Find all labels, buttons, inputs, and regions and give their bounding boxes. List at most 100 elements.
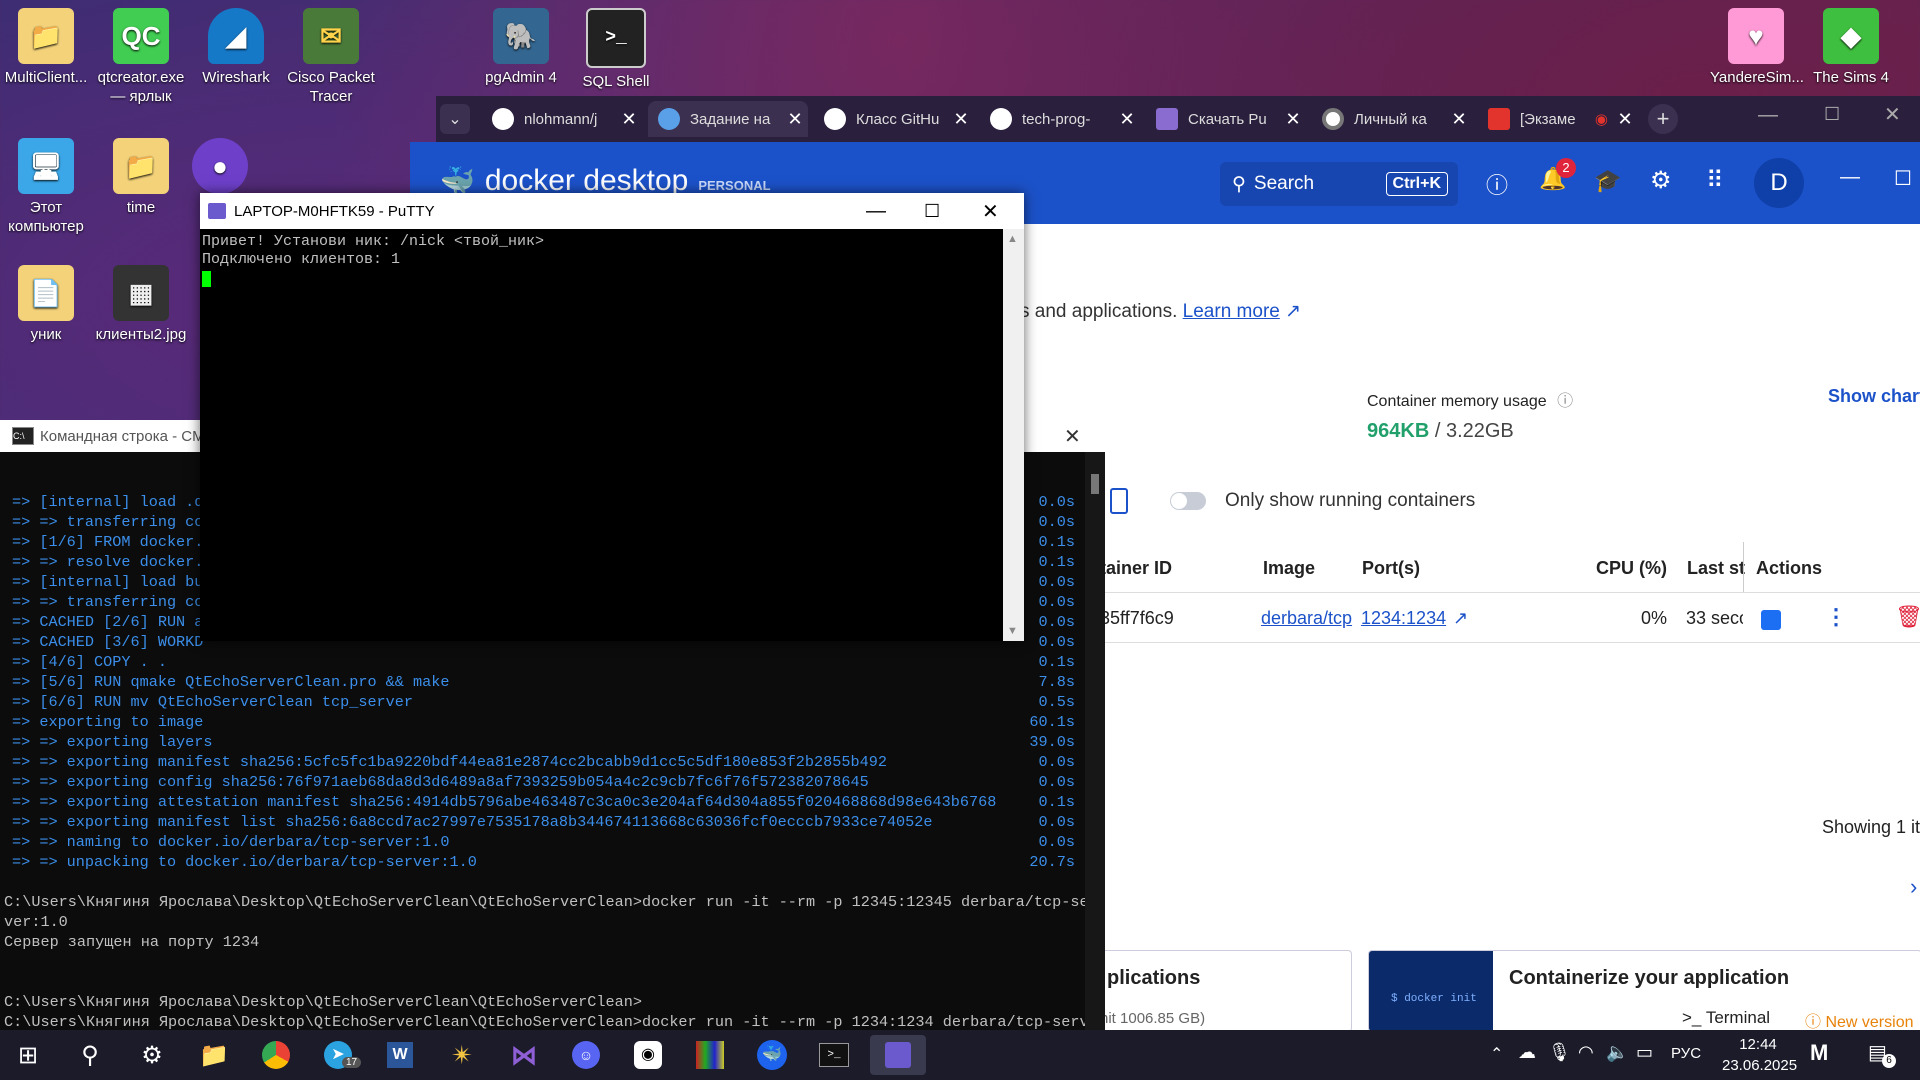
scrollbar[interactable] [1085, 452, 1105, 1030]
desktop-icon-qtcreator[interactable]: QC qtcreator.exe — ярлык [95, 8, 187, 106]
search-bar[interactable]: ⚲ Search Ctrl+K [1220, 162, 1458, 206]
chrome-icon[interactable] [254, 1035, 298, 1075]
tab-github-class[interactable]: Класс GitHu ✕ [814, 101, 974, 137]
minimize-button[interactable]: — [1758, 104, 1778, 127]
tab-search-button[interactable]: ⌄ [440, 104, 470, 134]
col-last-started[interactable]: Last st [1687, 558, 1745, 579]
settings-gear-icon[interactable]: ⚙ [130, 1035, 174, 1075]
notifications-icon[interactable]: ▤ 6 [1868, 1040, 1896, 1068]
widget-icon[interactable]: M [1810, 1040, 1828, 1066]
running-toggle[interactable] [1170, 492, 1206, 510]
sunburst-app-icon[interactable]: ✴ [440, 1035, 484, 1075]
scroll-up-icon[interactable]: ▲ [1007, 233, 1018, 245]
help-icon[interactable]: ⓘ [1482, 168, 1512, 198]
notifications-icon[interactable]: 🔔 2 [1538, 158, 1576, 196]
close-icon[interactable]: ✕ [1280, 109, 1306, 130]
desktop-icon-this-pc[interactable]: 🖥 Этот компьютер [0, 138, 92, 236]
desktop-icon-sql-shell[interactable]: >_ SQL Shell [570, 8, 662, 91]
battery-icon[interactable]: ▭ [1636, 1042, 1653, 1063]
close-icon[interactable]: ✕ [616, 109, 642, 130]
columns-icon[interactable] [1110, 488, 1128, 514]
tray-chevron-up-icon[interactable]: ⌃ [1490, 1044, 1503, 1064]
start-windows-icon[interactable]: ⊞ [6, 1035, 50, 1075]
volume-icon[interactable]: 🔈 [1606, 1042, 1628, 1063]
microphone-icon[interactable]: 🎙 [1548, 1042, 1571, 1063]
build-step-text: => [5/6] RUN qmake QtEchoServerClean.pro… [12, 673, 450, 691]
discord-icon[interactable]: ☺ [564, 1035, 608, 1075]
winrar-icon[interactable] [688, 1035, 732, 1075]
tab-zadanie[interactable]: Задание на ✕ [648, 101, 808, 137]
desktop-icon-multiclient[interactable]: 📁 MultiClient... [0, 8, 92, 87]
maximize-button[interactable]: ☐ [1894, 166, 1912, 191]
putty-terminal[interactable]: Привет! Установи ник: /nick <твой_ник> П… [200, 229, 1003, 641]
scroll-down-icon[interactable]: ▼ [1007, 625, 1018, 637]
wifi-icon[interactable]: ◠ [1578, 1042, 1594, 1063]
tab-download-putty[interactable]: Скачать Pu ✕ [1146, 101, 1306, 137]
search-icon[interactable]: ⚲ [68, 1035, 112, 1075]
close-icon[interactable]: ✕ [1612, 109, 1638, 130]
steam-like-icon[interactable]: ◉ [626, 1035, 670, 1075]
telegram-icon[interactable]: ➤ 17 [316, 1035, 362, 1075]
desktop-icon-yandere[interactable]: ♥ YandereSim... [1710, 8, 1804, 87]
container-id[interactable]: 35ff7f6c9 [1100, 608, 1174, 629]
more-options-icon[interactable]: ⋮ [1825, 604, 1847, 630]
tab-nlohmann[interactable]: nlohmann/j ✕ [482, 101, 642, 137]
col-image[interactable]: Image [1263, 558, 1315, 579]
col-cpu[interactable]: CPU (%) [1596, 558, 1667, 579]
close-icon[interactable]: ✕ [1114, 109, 1140, 130]
minimize-button[interactable]: — [866, 200, 886, 223]
file-explorer-icon[interactable]: 📁 [192, 1035, 236, 1075]
external-link-icon[interactable]: ↗ [1453, 608, 1468, 629]
learn-more-link[interactable]: Learn more [1183, 301, 1280, 322]
show-charts-link[interactable]: Show charts [1828, 386, 1920, 407]
tab-tech-prog[interactable]: tech-prog- ✕ [980, 101, 1140, 137]
desktop-icon-time[interactable]: 📁 time [95, 138, 187, 217]
stop-button[interactable] [1761, 610, 1781, 630]
scrollbar[interactable]: ▲ ▼ [1003, 229, 1024, 641]
desktop-icon-wireshark[interactable]: ◢ Wireshark [190, 8, 282, 87]
image-link[interactable]: derbara/tcp [1261, 608, 1352, 629]
maximize-button[interactable]: ☐ [924, 201, 940, 222]
desktop-icon-packet-tracer[interactable]: ✉ Cisco Packet Tracer [285, 8, 377, 106]
chevron-right-icon[interactable]: › [1910, 874, 1917, 900]
settings-gear-icon[interactable]: ⚙ [1650, 166, 1672, 195]
clock[interactable]: 12:44 23.06.2025 [1722, 1034, 1797, 1076]
learning-center-icon[interactable]: 🎓 [1594, 168, 1621, 194]
terminal-button[interactable]: >_ Terminal [1682, 1008, 1770, 1028]
docker-icon[interactable]: 🐳 [750, 1035, 794, 1075]
close-icon[interactable]: ✕ [948, 109, 974, 130]
putty-taskbar-icon[interactable] [870, 1035, 926, 1075]
maximize-button[interactable]: ☐ [1824, 104, 1840, 125]
ports-link[interactable]: 1234:1234 [1361, 608, 1446, 629]
desktop-icon-pgadmin[interactable]: 🐘 pgAdmin 4 [475, 8, 567, 87]
language-indicator[interactable]: РУС [1671, 1045, 1701, 1062]
desktop-icon-github[interactable]: ● [190, 138, 250, 198]
close-icon[interactable]: ✕ [782, 109, 808, 130]
col-ports[interactable]: Port(s) [1362, 558, 1420, 579]
apps-grid-icon[interactable]: ⠿ [1706, 166, 1724, 195]
word-icon[interactable]: W [378, 1035, 422, 1075]
desktop-icon-sims[interactable]: ◆ The Sims 4 [1805, 8, 1897, 87]
info-icon[interactable]: ⓘ [1557, 393, 1573, 410]
col-container-id[interactable]: tainer ID [1100, 558, 1172, 579]
close-window-button[interactable]: ✕ [1884, 102, 1901, 127]
scrollbar-thumb[interactable] [1091, 474, 1099, 494]
new-tab-button[interactable]: + [1648, 104, 1678, 134]
desktop-icon-unik[interactable]: 📄 уник [0, 265, 92, 344]
visual-studio-icon[interactable]: ⋈ [502, 1035, 546, 1075]
close-icon[interactable]: ✕ [1064, 424, 1081, 449]
avatar[interactable]: D [1754, 158, 1804, 208]
new-version-notice[interactable]: ⓘ New version [1805, 1008, 1913, 1032]
minimize-button[interactable]: — [1840, 166, 1860, 189]
cmd-taskbar-icon[interactable]: >_ [812, 1035, 856, 1075]
build-step-time: 0.0s [1038, 513, 1075, 531]
close-button[interactable]: ✕ [982, 199, 999, 224]
tab-account[interactable]: Личный ка ✕ [1312, 101, 1472, 137]
trash-icon[interactable]: 🗑 [1895, 604, 1920, 630]
build-step-text: => => naming to docker.io/derbara/tcp-se… [12, 833, 450, 851]
onedrive-cloud-icon[interactable]: ☁ [1518, 1042, 1536, 1063]
col-actions[interactable]: Actions [1756, 558, 1822, 579]
desktop-icon-clients-jpg[interactable]: ▦ клиенты2.jpg [95, 265, 187, 344]
tab-exam[interactable]: [Экзаме ◉ ✕ [1478, 101, 1638, 137]
close-icon[interactable]: ✕ [1446, 109, 1472, 130]
